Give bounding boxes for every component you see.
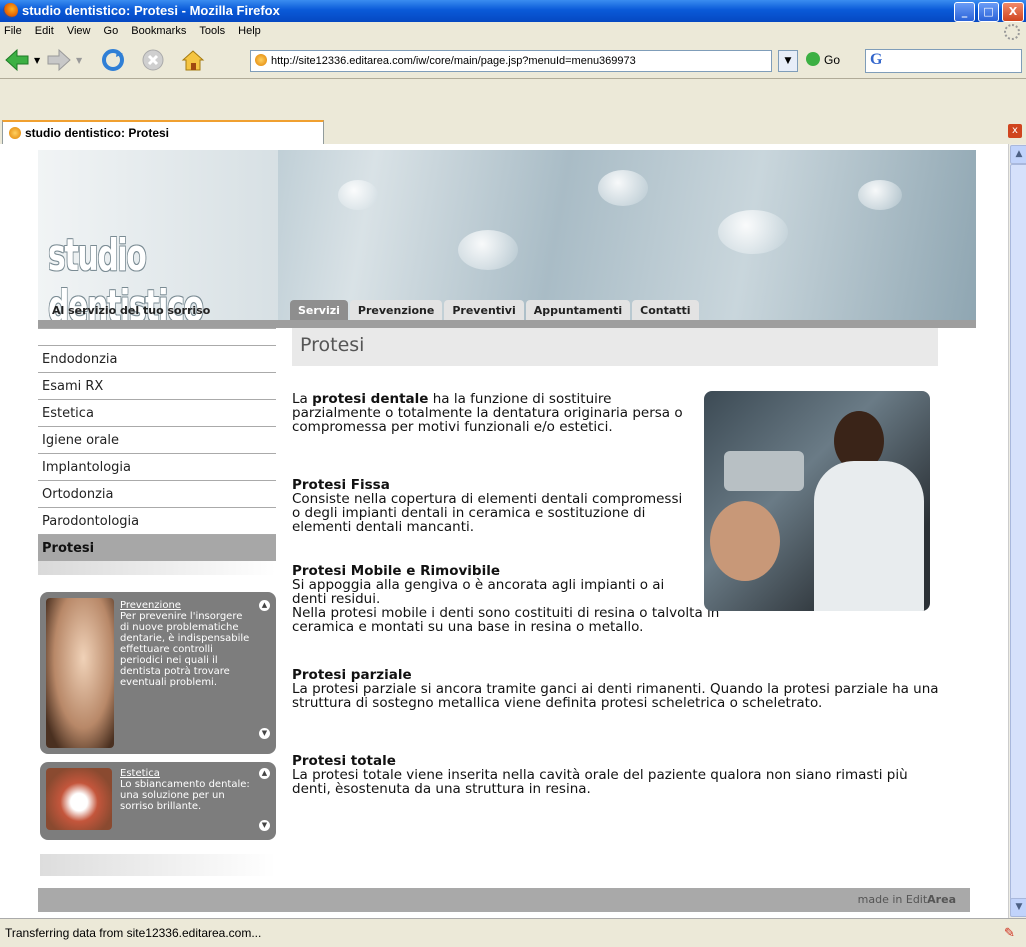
tab-bar: studio dentistico: Protesi x [0,118,1026,146]
tab-label: studio dentistico: Protesi [25,126,170,140]
stop-icon[interactable] [140,48,166,72]
nav-tab-contatti[interactable]: Contatti [632,300,699,320]
section-body: Consiste nella copertura di elementi den… [292,491,683,535]
connection-status-icon: ✎ [1004,925,1015,940]
reload-icon[interactable] [100,48,126,72]
sidebar-top-divider [38,328,276,345]
sidebar-fade [38,561,276,575]
minimize-button[interactable]: _ [954,2,975,22]
section-protesi-parziale: Protesi parziale La protesi parziale si … [292,668,942,710]
home-icon[interactable] [180,48,206,72]
tab-protesi[interactable]: studio dentistico: Protesi [2,120,324,146]
url-text: http://site12336.editarea.com/iw/core/ma… [271,55,636,67]
promo-scroll-up-icon[interactable]: ▲ [259,600,270,611]
scroll-down-icon[interactable]: ▼ [1010,898,1026,917]
logo-area: studio dentistico [38,150,278,332]
menu-bookmarks[interactable]: Bookmarks [131,25,186,37]
promo-title-link[interactable]: Prevenzione [120,600,250,611]
promo-prevenzione: Prevenzione Per prevenire l'insorgere di… [40,592,276,754]
site-header: studio dentistico Al servizio del tuo so… [38,150,976,332]
status-text: Transferring data from site12336.editare… [5,926,262,940]
sidebar-menu: Endodonzia Esami RX Estetica Igiene oral… [38,328,276,575]
promo-scroll-up-icon[interactable]: ▲ [259,768,270,779]
scroll-up-icon[interactable]: ▲ [1010,145,1026,164]
go-button[interactable]: Go [806,50,840,70]
forward-dropdown-icon[interactable]: ▼ [76,56,82,65]
firefox-logo-icon [3,3,18,18]
google-search-icon: G [870,51,883,68]
menu-bar: File Edit View Go Bookmarks Tools Help [0,22,1026,42]
promo-text-block: Prevenzione Per prevenire l'insorgere di… [120,600,250,688]
back-dropdown-icon[interactable]: ▼ [34,56,40,65]
sidebar-item-endodonzia[interactable]: Endodonzia [38,345,276,372]
site-footer: made in EditArea [38,888,970,912]
window-titlebar: studio dentistico: Protesi - Mozilla Fir… [0,0,1026,22]
page-scrollbar[interactable]: ▲ ▼ [1008,144,1026,918]
promo-estetica: Estetica Lo sbiancamento dentale: una so… [40,762,276,840]
dentist-photo [704,391,930,611]
page-viewport: studio dentistico Al servizio del tuo so… [0,144,1008,918]
url-history-dropdown[interactable]: ▼ [778,50,798,72]
sidebar-item-esami-rx[interactable]: Esami RX [38,372,276,399]
menu-tools[interactable]: Tools [199,25,225,37]
sidebar-item-ortodonzia[interactable]: Ortodonzia [38,480,276,507]
promo-teeth-photo [46,768,112,830]
footer-prefix: made in Edit [857,893,928,906]
promo-smile-photo [46,598,114,748]
sidebar-bottom-bar [40,854,276,876]
menu-edit[interactable]: Edit [35,25,54,37]
section-body: La protesi totale viene inserita nella c… [292,767,908,797]
intro-paragraph: La protesi dentale ha la funzione di sos… [292,392,692,434]
tab-favicon-icon [9,127,21,139]
navigation-toolbar: ▼ ▼ http://site12336.editarea.com/iw/cor… [0,42,1026,79]
nav-underline [38,320,976,328]
promo-title-link[interactable]: Estetica [120,768,250,779]
site-favicon-icon [255,54,267,66]
sidebar-item-parodontologia[interactable]: Parodontologia [38,507,276,534]
throbber-icon [1004,24,1020,40]
site-tagline: Al servizio del tuo sorriso [52,304,211,317]
footer-brand[interactable]: Area [927,893,956,906]
url-input[interactable]: http://site12336.editarea.com/iw/core/ma… [250,50,772,72]
promo-scroll-down-icon[interactable]: ▼ [259,728,270,739]
sidebar-item-estetica[interactable]: Estetica [38,399,276,426]
menu-view[interactable]: View [67,25,91,37]
promo-scroll-down-icon[interactable]: ▼ [259,820,270,831]
scroll-thumb[interactable] [1010,164,1026,906]
search-box[interactable]: G [865,49,1022,73]
section-body-2: Nella protesi mobile i denti sono costit… [292,605,720,635]
sidebar-item-implantologia[interactable]: Implantologia [38,453,276,480]
status-bar: Transferring data from site12336.editare… [0,918,1026,947]
toolbar-spacer [0,79,1026,118]
nav-tab-prevenzione[interactable]: Prevenzione [349,300,443,320]
nav-tab-appuntamenti[interactable]: Appuntamenti [525,300,631,320]
promo-body: Lo sbiancamento dentale: una soluzione p… [120,779,250,812]
section-body: La protesi parziale si ancora tramite ga… [292,681,939,711]
menu-go[interactable]: Go [104,25,119,37]
forward-arrow-icon[interactable] [46,48,72,72]
maximize-button[interactable]: □ [978,2,999,22]
section-protesi-totale: Protesi totale La protesi totale viene i… [292,754,942,796]
sidebar-item-igiene-orale[interactable]: Igiene orale [38,426,276,453]
menu-file[interactable]: File [4,25,22,37]
page-title: Protesi [292,328,938,366]
go-label: Go [824,53,841,67]
menu-help[interactable]: Help [238,25,261,37]
section-protesi-fissa: Protesi Fissa Consiste nella copertura d… [292,478,692,534]
close-window-button[interactable]: X [1002,2,1024,22]
close-tab-icon[interactable]: x [1008,124,1022,138]
back-arrow-icon[interactable] [4,48,30,72]
promo-body: Per prevenire l'insorgere di nuove probl… [120,611,250,688]
go-icon [806,52,820,66]
sidebar-item-protesi[interactable]: Protesi [38,534,276,561]
window-title: studio dentistico: Protesi - Mozilla Fir… [22,3,280,18]
nav-tab-servizi[interactable]: Servizi [290,300,348,320]
section-body: Si appoggia alla gengiva o è ancorata ag… [292,577,665,607]
nav-tab-preventivi[interactable]: Preventivi [444,300,524,320]
site-nav: Servizi Prevenzione Preventivi Appuntame… [290,300,699,320]
promo-text-block: Estetica Lo sbiancamento dentale: una so… [120,768,250,812]
